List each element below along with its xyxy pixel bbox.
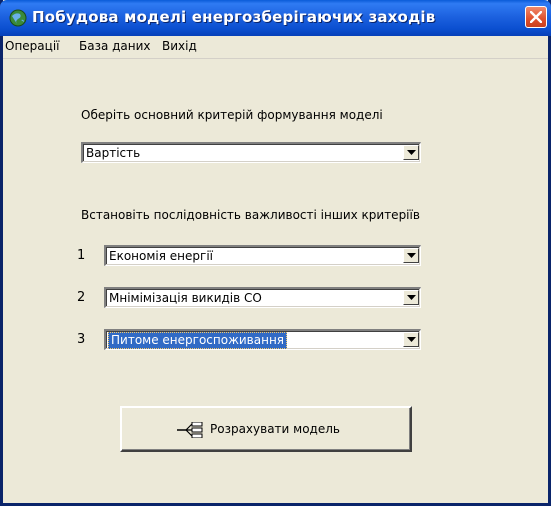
close-icon	[530, 11, 542, 23]
title-bar[interactable]: Побудова моделі енергозберігаючих заході…	[0, 0, 551, 36]
menu-database[interactable]: База даних	[79, 39, 151, 53]
globe-icon	[9, 9, 27, 27]
criterion-1-value: Економія енергії	[109, 249, 213, 263]
row-number-2: 2	[77, 290, 86, 305]
criterion-3-value: Питоме енергоспоживання	[108, 332, 288, 349]
menu-bar: Операції База даних Вихід	[3, 36, 548, 59]
criterion-3-dropdown-button[interactable]	[403, 332, 419, 347]
criterion-2-value: Мнімімізація викидів СО	[109, 291, 262, 305]
row-number-1: 1	[77, 248, 86, 263]
tree-diagram-icon	[177, 422, 203, 438]
criterion-1-dropdown-button[interactable]	[403, 248, 419, 263]
row-number-3: 3	[77, 332, 86, 347]
menu-exit[interactable]: Вихід	[162, 39, 197, 53]
app-window: Побудова моделі енергозберігаючих заході…	[0, 0, 551, 506]
chevron-down-icon	[407, 253, 416, 258]
criterion-label: Оберіть основний критерій формування мод…	[81, 108, 383, 122]
chevron-down-icon	[407, 337, 416, 342]
criterion-3-select[interactable]: Питоме енергоспоживання	[104, 329, 421, 350]
criterion-1-select[interactable]: Економія енергії	[104, 245, 421, 266]
calculate-model-button[interactable]: Розрахувати модель	[120, 406, 412, 452]
criterion-dropdown-button[interactable]	[403, 145, 419, 160]
sequence-label: Встановіть послідовність важливості інши…	[81, 208, 420, 222]
chevron-down-icon	[407, 295, 416, 300]
criterion-2-dropdown-button[interactable]	[403, 290, 419, 305]
criterion-select[interactable]: Вартість	[81, 142, 421, 163]
criterion-select-value: Вартість	[86, 146, 141, 160]
calculate-model-label: Розрахувати модель	[210, 422, 340, 436]
chevron-down-icon	[407, 150, 416, 155]
window-title: Побудова моделі енергозберігаючих заході…	[32, 8, 436, 26]
menu-operations[interactable]: Операції	[5, 39, 59, 53]
criterion-2-select[interactable]: Мнімімізація викидів СО	[104, 287, 421, 308]
close-button[interactable]	[525, 6, 547, 28]
